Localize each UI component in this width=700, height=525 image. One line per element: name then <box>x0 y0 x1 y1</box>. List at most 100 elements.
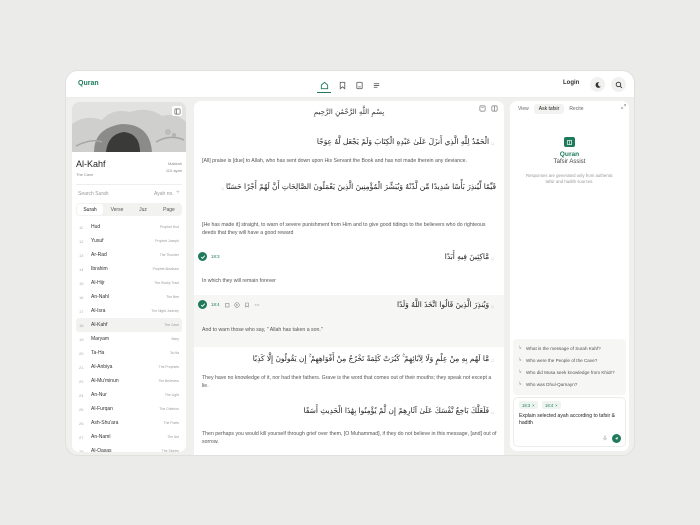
search-icon <box>615 81 622 88</box>
ayah-translation: They have no knowledge of it, nor had th… <box>202 375 492 389</box>
ayah-end-marker: ۝ <box>491 357 494 363</box>
surah-list-meaning: Mary <box>171 337 179 341</box>
theme-toggle-button[interactable] <box>590 77 605 92</box>
surah-list-item[interactable]: 17 Al-Isra The Night Journey <box>76 304 182 318</box>
question-input-box[interactable]: 18:3 × 18:4 × Explain selected ayah accord… <box>513 397 626 447</box>
expand-icon[interactable] <box>620 103 627 110</box>
ayah-translation: Then perhaps you would kill yourself thr… <box>202 431 497 445</box>
selected-ayah-chip[interactable]: 18:4 × <box>542 401 561 409</box>
surah-list-item[interactable]: 24 An-Nur The Light <box>76 388 182 402</box>
surah-list-name: Al-Kahf <box>91 322 108 328</box>
surah-list-item[interactable]: 12 Yusuf Prophet Joseph <box>76 234 182 248</box>
quran-logo-icon <box>564 137 575 147</box>
surah-list-name: Ta-Ha <box>91 350 105 356</box>
surah-list-meaning: Prophet Hud <box>159 225 179 229</box>
assistant-description: Responses are generated only from authen… <box>526 173 613 184</box>
ayah-block-selected[interactable]: 18:3 ۝مَّاكِثِينَ فِيهِ أَبَدًا In which… <box>194 243 504 295</box>
surah-list-meaning: The Believers <box>158 379 179 383</box>
surah-panel: Al-Kahf The Cave Makkah 110 ayah Search … <box>72 102 186 452</box>
ayah-block-selected[interactable]: 18:4 ۝وَيُنذِرَ الَّذِينَ قَالُوا اتَّخَ… <box>194 295 504 347</box>
surah-number: 12 <box>79 238 84 244</box>
panel-collapse-button[interactable] <box>172 106 182 116</box>
suggestion-item[interactable]: ↳ Who was Dhul-Qarnayn? <box>513 378 626 390</box>
list-icon <box>373 82 379 88</box>
surah-list-item[interactable]: 15 Al-Hijr The Rocky Tract <box>76 276 182 290</box>
surah-list-item[interactable]: 22 Al-Mu'minun The Believers <box>76 374 182 388</box>
ayah-arabic: قَيِّمًا لِّيُنذِرَ بَأْسًا شَدِيدًا مِّ… <box>202 181 496 194</box>
selected-ayah-chip[interactable]: 18:3 × <box>519 401 538 409</box>
surah-list-item[interactable]: 18 Al-Kahf The Cave <box>76 318 182 332</box>
ayah-block[interactable]: ۝الْحَمْدُ لِلَّهِ الَّذِي أَنزَلَ عَلَى… <box>194 131 504 169</box>
tab-recite[interactable]: Recite <box>564 104 588 114</box>
surah-list-item[interactable]: 13 Ar-Rad The Thunder <box>76 248 182 262</box>
surah-list-name: An-Nur <box>91 392 107 398</box>
surah-list-item[interactable]: 14 Ibrahim Prophet Abraham <box>76 262 182 276</box>
nav-home[interactable] <box>317 78 331 93</box>
search-button[interactable] <box>611 77 626 92</box>
tab-view[interactable]: View <box>513 104 534 114</box>
send-icon <box>614 436 619 441</box>
surah-list-name: Al-Furqan <box>91 406 113 412</box>
book-icon <box>355 81 363 89</box>
surah-list-meaning: The Stories <box>161 449 179 452</box>
surah-list-meaning: Ta-Ha <box>169 351 179 355</box>
surah-number: 19 <box>79 336 84 342</box>
suggestion-item[interactable]: ↳ What is the message of Surah Kahf? <box>513 342 626 354</box>
close-icon[interactable]: × <box>532 403 534 408</box>
surah-list-name: Al-Mu'minun <box>91 378 119 384</box>
mic-icon[interactable] <box>602 435 608 441</box>
ayah-number-input[interactable]: Ayah no. <box>154 191 174 197</box>
surah-list-name: Hud <box>91 224 101 230</box>
plus-icon[interactable]: + <box>176 189 180 196</box>
surah-number: 13 <box>79 252 84 258</box>
ayah-block[interactable]: ۝فَلَعَلَّكَ بَاخِعٌ نَّفْسَكَ عَلَىٰ آث… <box>194 403 504 455</box>
surah-list-item[interactable]: 16 An-Nahl The Bee <box>76 290 182 304</box>
nav-book[interactable] <box>352 78 366 92</box>
surah-number: 27 <box>79 434 84 440</box>
surah-list-meaning: The Poets <box>163 421 179 425</box>
surah-number: 20 <box>79 350 84 356</box>
surah-number: 14 <box>79 266 84 272</box>
ayah-arabic: ۝وَيُنذِرَ الَّذِينَ قَالُوا اتَّخَذَ ال… <box>202 299 496 312</box>
surah-list-name: Al-Qasas <box>91 448 112 452</box>
ayah-translation: In which they will remain forever <box>202 278 276 284</box>
ayah-translation: [All] praise is [due] to Allah, who has … <box>202 158 468 164</box>
surah-search-bar[interactable]: Search Surah Ayah no. + <box>76 188 182 200</box>
tab-verse[interactable]: Verse <box>104 203 130 216</box>
suggestion-item[interactable]: ↳ Who did Musa seek knowledge from Khidr? <box>513 366 626 378</box>
ayah-arabic: ۝الْحَمْدُ لِلَّهِ الَّذِي أَنزَلَ عَلَى… <box>202 136 496 149</box>
surah-list-item[interactable]: 26 Ash-Shu'ara The Poets <box>76 416 182 430</box>
surah-list-item[interactable]: 25 Al-Furqan The Criterion <box>76 402 182 416</box>
tab-surah[interactable]: Surah <box>77 204 103 215</box>
surah-number: 28 <box>79 448 84 453</box>
brand-logo[interactable]: Quran <box>78 80 99 87</box>
tab-juz[interactable]: Juz <box>130 203 156 216</box>
ayah-block[interactable]: قَيِّمًا لِّيُنذِرَ بَأْسًا شَدِيدًا مِّ… <box>194 177 504 243</box>
surah-list-name: Al-Hijr <box>91 280 105 286</box>
surah-list-name: Ar-Rad <box>91 252 107 258</box>
tab-ask-tafsir[interactable]: Ask tafsir <box>533 104 565 114</box>
ayah-block[interactable]: ۝مَّا لَهُم بِهِ مِنْ عِلْمٍ وَلَا لِآبَ… <box>194 349 504 399</box>
reply-arrow-icon: ↳ <box>518 368 523 375</box>
surah-list-item[interactable]: 19 Maryam Mary <box>76 332 182 346</box>
nav-list[interactable] <box>369 78 383 92</box>
surah-list-meaning: The Thunder <box>159 253 179 257</box>
surah-list-item[interactable]: 27 An-Naml The Ant <box>76 430 182 444</box>
nav-bookmarks[interactable] <box>335 78 349 92</box>
surah-list-item[interactable]: 21 Al-Anbiya The Prophets <box>76 360 182 374</box>
search-input[interactable]: Search Surah <box>78 191 109 197</box>
surah-list-item[interactable]: 11 Hud Prophet Hud <box>76 220 182 234</box>
assistant-tabs: View Ask tafsir Recite <box>513 103 626 115</box>
surah-list-item[interactable]: 28 Al-Qasas The Stories <box>76 444 182 452</box>
ayah-end-marker: ۝ <box>491 303 494 309</box>
close-icon[interactable]: × <box>555 403 557 408</box>
login-button[interactable]: Login <box>563 80 579 86</box>
question-input[interactable]: Explain selected ayah according to tafsi… <box>519 413 623 427</box>
surah-list-item[interactable]: 20 Ta-Ha Ta-Ha <box>76 346 182 360</box>
send-button[interactable] <box>612 434 621 443</box>
tab-page[interactable]: Page <box>156 203 182 216</box>
surah-number: 11 <box>79 224 84 230</box>
suggestion-item[interactable]: ↳ Who were the People of the Cave? <box>513 354 626 366</box>
ayah-arabic: ۝مَّا لَهُم بِهِ مِنْ عِلْمٍ وَلَا لِآبَ… <box>202 353 496 366</box>
reply-arrow-icon: ↳ <box>518 356 523 363</box>
